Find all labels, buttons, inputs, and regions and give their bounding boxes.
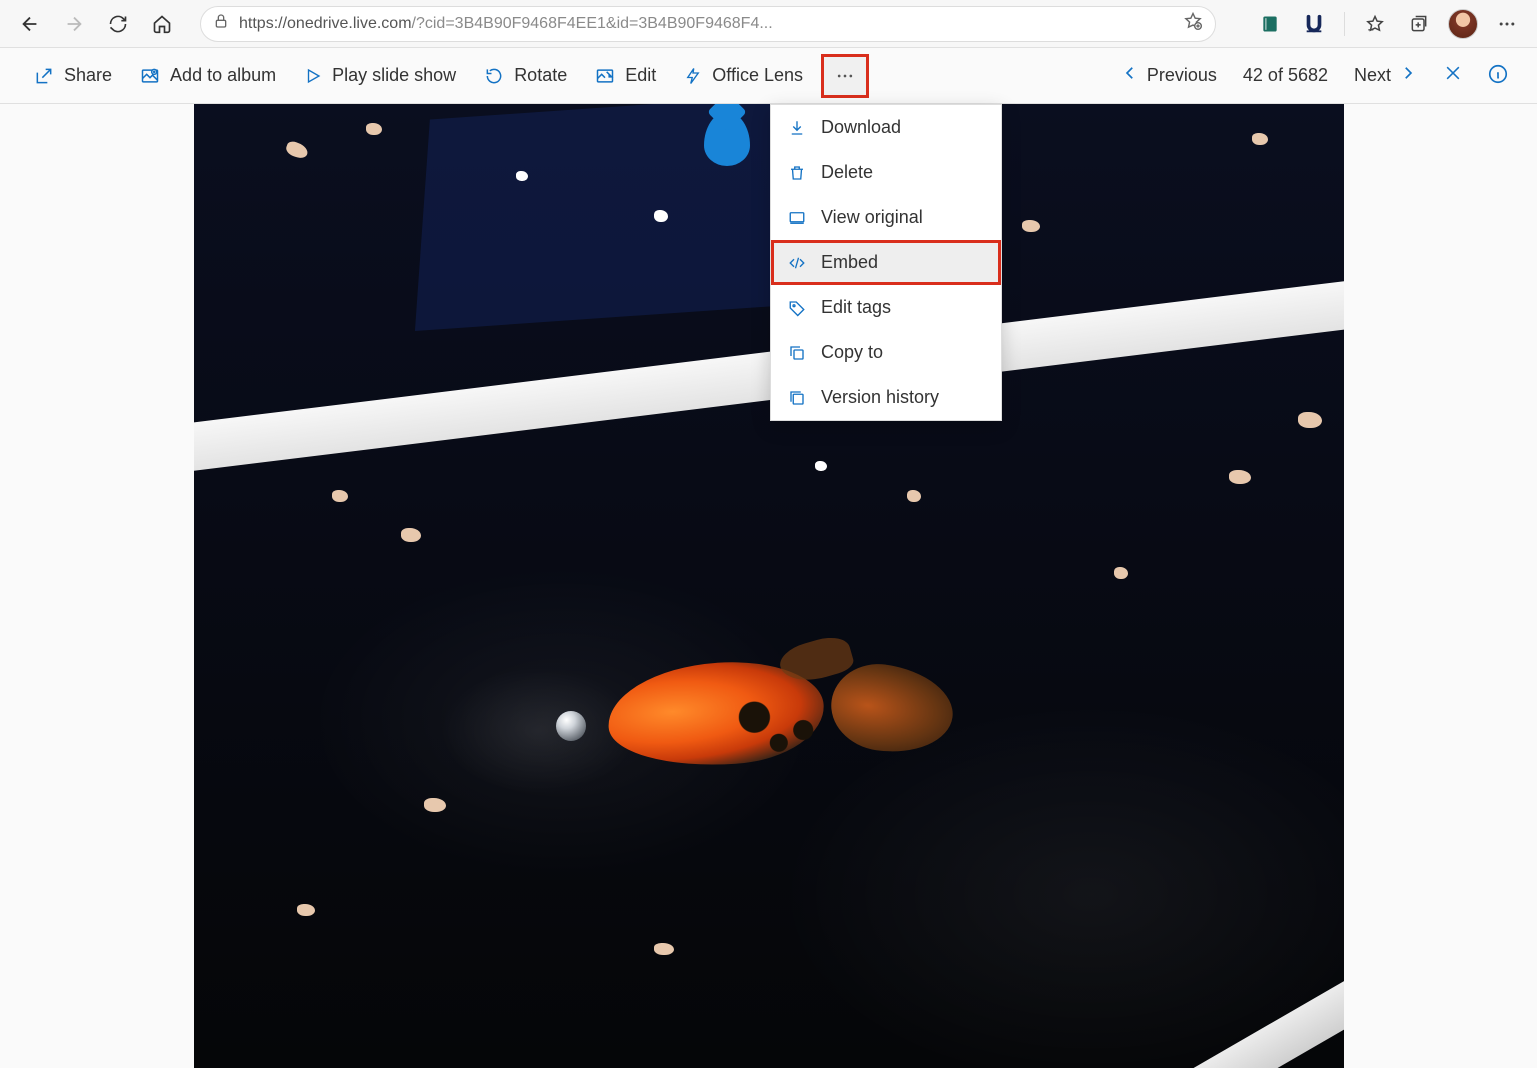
- lock-icon: [213, 13, 229, 34]
- photo-detail: [401, 528, 421, 542]
- menu-copy-to[interactable]: Copy to: [771, 330, 1001, 375]
- url-host: https://onedrive.live.com: [239, 15, 412, 32]
- photo-detail: [297, 904, 315, 916]
- photo-detail: [907, 490, 921, 502]
- trash-icon: [787, 164, 807, 182]
- photo-detail: [424, 798, 446, 812]
- edit-label: Edit: [625, 65, 656, 86]
- rotate-icon: [484, 66, 504, 86]
- photo-detail: [1114, 567, 1128, 579]
- photo-content[interactable]: [194, 104, 1344, 1068]
- refresh-icon: [108, 14, 128, 34]
- extension-book-icon[interactable]: [1252, 6, 1288, 42]
- share-label: Share: [64, 65, 112, 86]
- lightning-icon: [684, 66, 702, 86]
- menu-embed-label: Embed: [821, 252, 878, 273]
- separator: [1344, 12, 1345, 36]
- menu-delete[interactable]: Delete: [771, 150, 1001, 195]
- play-icon: [304, 67, 322, 85]
- more-actions-menu: Download Delete View original Embed Edit…: [770, 104, 1002, 421]
- previous-label: Previous: [1147, 65, 1217, 86]
- menu-download-label: Download: [821, 117, 901, 138]
- share-icon: [34, 66, 54, 86]
- info-icon: [1487, 63, 1509, 85]
- home-button[interactable]: [144, 6, 180, 42]
- url-text: https://onedrive.live.com/?cid=3B4B90F94…: [239, 15, 1175, 33]
- code-icon: [787, 254, 807, 272]
- close-icon: [1443, 63, 1463, 83]
- photo-detail: [516, 171, 528, 181]
- photo-detail: [366, 123, 382, 135]
- add-to-album-button[interactable]: Add to album: [126, 57, 290, 94]
- menu-edit-tags[interactable]: Edit tags: [771, 285, 1001, 330]
- menu-view-original[interactable]: View original: [771, 195, 1001, 240]
- next-label: Next: [1354, 65, 1391, 86]
- info-button[interactable]: [1479, 57, 1517, 94]
- tag-icon: [787, 299, 807, 317]
- history-icon: [787, 389, 807, 407]
- arrow-left-icon: [19, 13, 41, 35]
- edit-button[interactable]: Edit: [581, 57, 670, 94]
- photo-detail: [654, 210, 668, 222]
- arrow-right-icon: [63, 13, 85, 35]
- photo-subject-fish: [608, 634, 968, 794]
- favorite-add-icon[interactable]: [1175, 11, 1203, 36]
- screen-icon: [787, 209, 807, 227]
- avatar-image: [1448, 9, 1478, 39]
- play-slideshow-button[interactable]: Play slide show: [290, 57, 470, 94]
- photo-viewer: [0, 104, 1537, 1068]
- menu-view-original-label: View original: [821, 207, 923, 228]
- close-button[interactable]: [1433, 57, 1473, 95]
- photo-detail: [1298, 412, 1322, 428]
- onedrive-toolbar: Share Add to album Play slide show Rotat…: [0, 48, 1537, 104]
- home-icon: [152, 14, 172, 34]
- chevron-left-icon: [1121, 64, 1139, 87]
- collections-icon[interactable]: [1401, 6, 1437, 42]
- photo-detail: [712, 828, 1343, 1068]
- download-icon: [787, 119, 807, 137]
- profile-avatar[interactable]: [1445, 6, 1481, 42]
- photo-detail: [1022, 220, 1040, 232]
- more-actions-button[interactable]: [821, 54, 869, 98]
- back-button[interactable]: [12, 6, 48, 42]
- menu-copy-to-label: Copy to: [821, 342, 883, 363]
- chevron-right-icon: [1399, 64, 1417, 87]
- menu-version-history-label: Version history: [821, 387, 939, 408]
- rotate-button[interactable]: Rotate: [470, 57, 581, 94]
- url-path: /?cid=3B4B90F9468F4EE1&id=3B4B90F9468F4.…: [412, 15, 773, 32]
- address-bar[interactable]: https://onedrive.live.com/?cid=3B4B90F94…: [200, 6, 1216, 42]
- more-browser-icon[interactable]: [1489, 6, 1525, 42]
- share-button[interactable]: Share: [20, 57, 126, 94]
- photo-detail: [815, 461, 827, 471]
- menu-version-history[interactable]: Version history: [771, 375, 1001, 420]
- menu-download[interactable]: Download: [771, 105, 1001, 150]
- previous-button[interactable]: Previous: [1111, 58, 1227, 93]
- photo-detail: [654, 943, 674, 955]
- pager-controls: Previous 42 of 5682 Next: [1111, 57, 1517, 95]
- menu-delete-label: Delete: [821, 162, 873, 183]
- office-lens-label: Office Lens: [712, 65, 803, 86]
- album-icon: [140, 66, 160, 86]
- play-slideshow-label: Play slide show: [332, 65, 456, 86]
- photo-detail: [1229, 470, 1251, 484]
- page-counter: 42 of 5682: [1233, 65, 1338, 86]
- favorites-icon[interactable]: [1357, 6, 1393, 42]
- menu-edit-tags-label: Edit tags: [821, 297, 891, 318]
- next-button[interactable]: Next: [1344, 58, 1427, 93]
- refresh-button[interactable]: [100, 6, 136, 42]
- edit-icon: [595, 66, 615, 86]
- photo-detail: [556, 711, 586, 741]
- photo-detail: [284, 139, 309, 160]
- rotate-label: Rotate: [514, 65, 567, 86]
- photo-detail: [332, 490, 348, 502]
- browser-chrome: https://onedrive.live.com/?cid=3B4B90F94…: [0, 0, 1537, 48]
- photo-detail: [1252, 133, 1268, 145]
- add-to-album-label: Add to album: [170, 65, 276, 86]
- extension-u-icon[interactable]: [1296, 6, 1332, 42]
- forward-button[interactable]: [56, 6, 92, 42]
- menu-embed[interactable]: Embed: [771, 240, 1001, 285]
- copy-icon: [787, 344, 807, 362]
- office-lens-button[interactable]: Office Lens: [670, 57, 817, 94]
- ellipsis-icon: [835, 66, 855, 86]
